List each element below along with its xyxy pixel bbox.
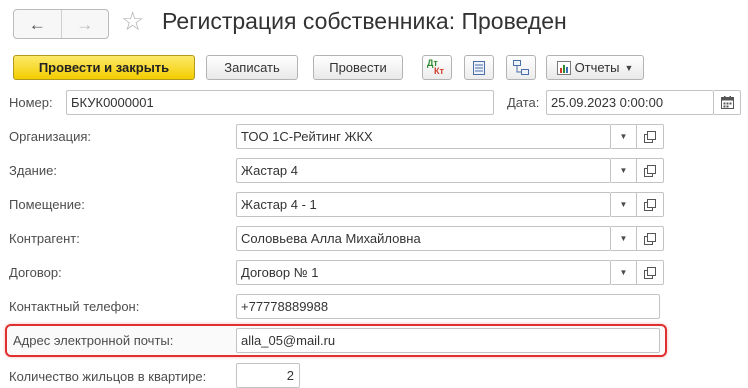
organization-open-button[interactable] <box>637 124 664 149</box>
dropdown-icon: ▼ <box>619 166 628 175</box>
date-label: Дата: <box>507 95 540 110</box>
calendar-icon <box>720 96 734 109</box>
dropdown-icon: ▼ <box>619 200 628 209</box>
residents-field[interactable]: 2 <box>236 363 300 388</box>
contract-dropdown-button[interactable]: ▼ <box>611 260 637 285</box>
open-icon <box>644 266 656 279</box>
number-field[interactable]: БКУК0000001 <box>66 90 494 115</box>
building-label: Здание: <box>9 163 57 178</box>
counterparty-label: Контрагент: <box>9 231 80 246</box>
dropdown-icon: ▼ <box>619 234 628 243</box>
organization-label: Организация: <box>9 129 92 144</box>
counterparty-field[interactable]: Соловьева Алла Михайловна <box>236 226 611 251</box>
residents-label: Количество жильцов в квартире: <box>9 369 207 384</box>
forward-arrow-icon: → <box>76 14 94 34</box>
building-dropdown-button[interactable]: ▼ <box>611 158 637 183</box>
date-field[interactable]: 25.09.2023 0:00:00 <box>546 90 714 115</box>
number-label: Номер: <box>9 95 53 110</box>
organization-dropdown-button[interactable]: ▼ <box>611 124 637 149</box>
contract-label: Договор: <box>9 265 62 280</box>
building-open-button[interactable] <box>637 158 664 183</box>
chevron-down-icon: ▼ <box>624 62 634 73</box>
structure-button[interactable] <box>506 55 536 80</box>
counterparty-open-button[interactable] <box>637 226 664 251</box>
open-icon <box>644 164 656 177</box>
calendar-button[interactable] <box>714 90 741 115</box>
organization-field[interactable]: ТОО 1С-Рейтинг ЖКХ <box>236 124 611 149</box>
forward-button[interactable]: → <box>62 10 109 38</box>
email-label: Адрес электронной почты: <box>13 333 174 348</box>
room-dropdown-button[interactable]: ▼ <box>611 192 637 217</box>
contract-field[interactable]: Договор № 1 <box>236 260 611 285</box>
back-button[interactable]: ← <box>14 10 62 38</box>
page-title: Регистрация собственника: Проведен <box>162 8 567 34</box>
list-icon <box>473 60 485 75</box>
dt-kt-icon: Дт Кт <box>426 58 448 77</box>
reports-icon <box>556 60 571 75</box>
dropdown-icon: ▼ <box>619 268 628 277</box>
post-and-close-button[interactable]: Провести и закрыть <box>13 55 195 80</box>
room-label: Помещение: <box>9 197 85 212</box>
dropdown-icon: ▼ <box>619 132 628 141</box>
list-button[interactable] <box>464 55 494 80</box>
kt-label: Кт <box>434 65 444 76</box>
structure-icon <box>513 60 529 75</box>
open-icon <box>644 198 656 211</box>
room-field[interactable]: Жастар 4 - 1 <box>236 192 611 217</box>
open-icon <box>644 232 656 245</box>
dt-kt-button[interactable]: Дт Кт <box>422 55 452 80</box>
star-icon[interactable]: ☆ <box>121 8 144 34</box>
reports-button[interactable]: Отчеты ▼ <box>546 55 644 80</box>
post-button[interactable]: Провести <box>313 55 403 80</box>
room-open-button[interactable] <box>637 192 664 217</box>
building-field[interactable]: Жастар 4 <box>236 158 611 183</box>
save-button[interactable]: Записать <box>206 55 298 80</box>
phone-field[interactable]: +77778889988 <box>236 294 660 319</box>
reports-label: Отчеты <box>574 60 620 75</box>
counterparty-dropdown-button[interactable]: ▼ <box>611 226 637 251</box>
contract-open-button[interactable] <box>637 260 664 285</box>
navigation-buttons: ← → <box>13 9 109 39</box>
email-field[interactable]: alla_05@mail.ru <box>236 328 660 353</box>
phone-label: Контактный телефон: <box>9 299 140 314</box>
open-icon <box>644 130 656 143</box>
back-arrow-icon: ← <box>28 14 46 34</box>
